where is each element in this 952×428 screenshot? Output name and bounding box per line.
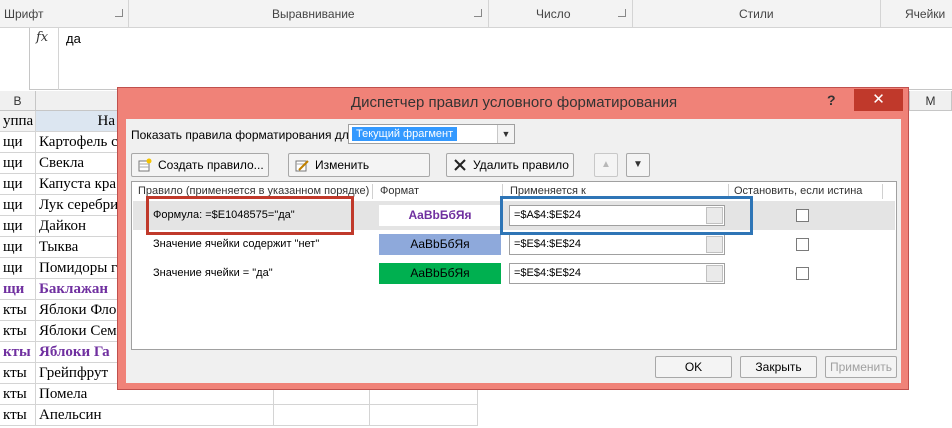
table-cell[interactable]: щи: [0, 153, 36, 174]
table-cell[interactable]: Картофель с: [36, 132, 118, 153]
new-rule-icon: [138, 158, 152, 172]
table-cell[interactable]: кты: [0, 342, 36, 363]
conditional-formatting-dialog: Диспетчер правил условного форматировани…: [117, 87, 909, 390]
table-cell[interactable]: Апельсин: [36, 405, 274, 426]
scope-selected-value: Текущий фрагмент: [352, 127, 458, 141]
table-cell[interactable]: Дайкон: [36, 216, 118, 237]
table-cell[interactable]: Помидоры г: [36, 258, 118, 279]
delete-icon: [454, 159, 466, 171]
edit-rule-button[interactable]: Изменить правило...: [288, 153, 430, 194]
move-down-button[interactable]: ▼: [626, 153, 650, 177]
rule-name: Значение ячейки содержит "нет": [153, 238, 320, 250]
ribbon-group-number: Число: [536, 7, 571, 21]
delete-rule-button[interactable]: Удалить правило: [446, 153, 574, 177]
chevron-down-icon[interactable]: ▼: [497, 125, 514, 143]
table-cell[interactable]: Баклажан: [36, 279, 118, 300]
ribbon-separator: [632, 0, 633, 28]
table-cell[interactable]: щи: [0, 216, 36, 237]
table-cell[interactable]: кты: [0, 321, 36, 342]
formula-bar: fx да: [0, 28, 952, 90]
dialog-title: Диспетчер правил условного форматировани…: [350, 94, 678, 111]
range-picker-icon[interactable]: [706, 236, 723, 253]
applies-to-input[interactable]: =$E$4:$E$24: [509, 263, 725, 284]
fx-icon[interactable]: fx: [36, 30, 48, 45]
column-header-format: Формат: [380, 185, 420, 197]
ok-button[interactable]: OK: [655, 356, 732, 378]
stop-if-true-checkbox[interactable]: [796, 238, 809, 251]
close-icon[interactable]: ✕: [854, 89, 903, 111]
new-rule-button[interactable]: Создать правило...: [131, 153, 269, 177]
dialog-body: Показать правила форматирования для: Тек…: [126, 119, 901, 383]
ribbon-separator: [880, 0, 881, 28]
ribbon: Шрифт Выравнивание Число Стили Ячейки: [0, 0, 952, 28]
range-highlight-frame: [500, 196, 753, 235]
alignment-dialog-launcher-icon[interactable]: [474, 9, 482, 17]
table-cell[interactable]: [370, 405, 478, 426]
format-preview: AaBbБбЯя: [379, 234, 501, 255]
new-rule-label: Создать правило...: [158, 158, 264, 172]
help-icon[interactable]: ?: [827, 92, 836, 108]
ribbon-group-cells: Ячейки: [905, 7, 946, 21]
move-up-button[interactable]: ▲: [594, 153, 618, 177]
header-separator: [372, 184, 373, 199]
name-box[interactable]: [0, 28, 30, 90]
table-cell[interactable]: [274, 405, 370, 426]
close-button[interactable]: Закрыть: [740, 356, 817, 378]
ribbon-separator: [128, 0, 129, 28]
table-cell[interactable]: кты: [0, 384, 36, 405]
table-cell[interactable]: Капуста кра: [36, 174, 118, 195]
applies-to-value: =$E$4:$E$24: [514, 238, 581, 250]
table-cell[interactable]: щи: [0, 258, 36, 279]
ribbon-group-alignment: Выравнивание: [272, 7, 355, 21]
edit-rule-icon: [295, 160, 309, 172]
table-cell[interactable]: кты: [0, 405, 36, 426]
table-cell[interactable]: Тыква: [36, 237, 118, 258]
show-rules-label: Показать правила форматирования для:: [131, 128, 359, 142]
ribbon-group-styles: Стили: [739, 7, 774, 21]
table-cell[interactable]: щи: [0, 237, 36, 258]
table-cell[interactable]: Свекла: [36, 153, 118, 174]
ribbon-separator: [488, 0, 489, 28]
table-cell[interactable]: щи: [0, 279, 36, 300]
rule-highlight-frame: [146, 196, 354, 235]
table-cell[interactable]: Яблоки Фло: [36, 300, 118, 321]
header-separator: [882, 184, 883, 199]
range-picker-icon[interactable]: [706, 265, 723, 282]
table-cell[interactable]: Яблоки Сем: [36, 321, 118, 342]
rule-name: Значение ячейки = "да": [153, 267, 273, 279]
number-dialog-launcher-icon[interactable]: [618, 9, 626, 17]
table-cell[interactable]: щи: [0, 195, 36, 216]
format-preview: AaBbБбЯя: [379, 263, 501, 284]
applies-to-input[interactable]: =$E$4:$E$24: [509, 234, 725, 255]
column-header-stop-if-true: Остановить, если истина: [734, 185, 863, 197]
applies-to-value: =$E$4:$E$24: [514, 267, 581, 279]
table-cell[interactable]: Яблоки Га: [36, 342, 118, 363]
table-cell[interactable]: уппа: [0, 111, 36, 132]
table-cell[interactable]: Грейпфрут: [36, 363, 118, 384]
column-header-m[interactable]: M: [910, 91, 952, 111]
column-header-b[interactable]: B: [0, 91, 36, 111]
table-cell[interactable]: кты: [0, 363, 36, 384]
apply-button[interactable]: Применить: [825, 356, 897, 378]
table-cell[interactable]: На: [36, 111, 118, 132]
table-cell[interactable]: Лук серебри: [36, 195, 118, 216]
ribbon-group-font: Шрифт: [4, 7, 44, 21]
table-cell[interactable]: кты: [0, 300, 36, 321]
formula-bar-separator: [58, 28, 59, 90]
rule-row-equals-yes[interactable]: Значение ячейки = "да" AaBbБбЯя =$E$4:$E…: [133, 259, 895, 288]
format-preview: AaBbБбЯя: [379, 205, 501, 226]
table-cell[interactable]: щи: [0, 174, 36, 195]
formula-input[interactable]: да: [66, 31, 81, 46]
font-dialog-launcher-icon[interactable]: [115, 9, 123, 17]
scope-select[interactable]: Текущий фрагмент ▼: [348, 124, 515, 144]
table-cell[interactable]: щи: [0, 132, 36, 153]
stop-if-true-checkbox[interactable]: [796, 209, 809, 222]
stop-if-true-checkbox[interactable]: [796, 267, 809, 280]
delete-rule-label: Удалить правило: [473, 158, 569, 172]
